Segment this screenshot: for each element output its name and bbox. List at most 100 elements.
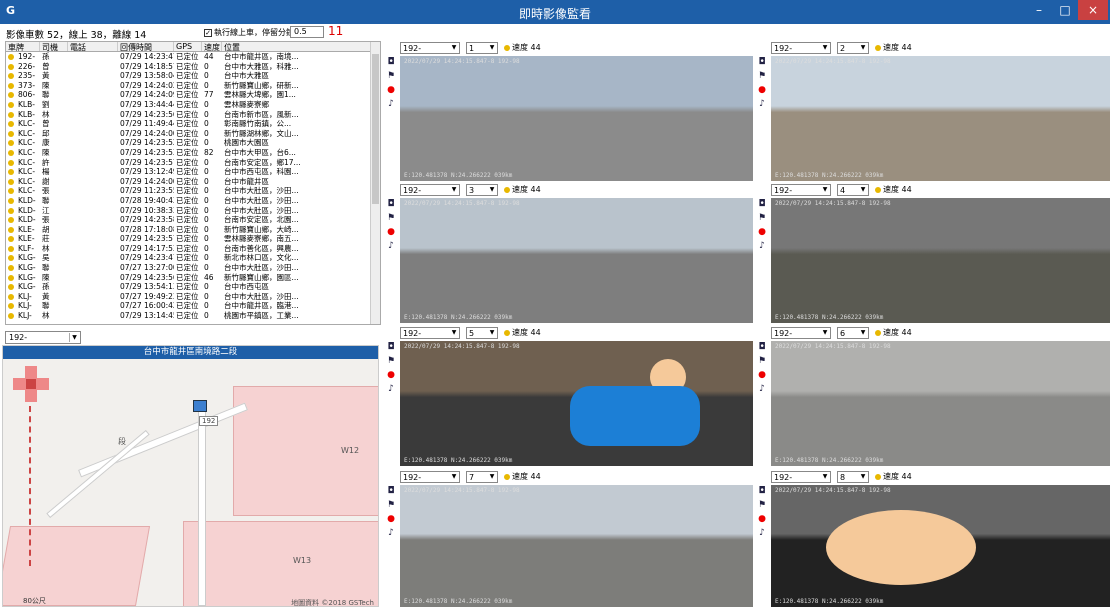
chevron-down-icon[interactable]: ▼	[488, 44, 496, 52]
scroll-thumb[interactable]	[372, 54, 379, 204]
table-row[interactable]: KLC- 康 07/29 14:23:52 已定位 0 桃園市大園區	[6, 138, 380, 148]
camera-channel-select[interactable]: 1 ▼	[466, 42, 498, 54]
camera-icon[interactable]: ◘	[757, 57, 767, 67]
table-row[interactable]: KLG- 孫 07/29 13:54:13 已定位 0 台中市西屯區	[6, 282, 380, 292]
record-icon[interactable]: ●	[386, 370, 396, 380]
camera-vehicle-select[interactable]: 192- ▼	[771, 327, 831, 339]
table-row[interactable]: KLC- 張 07/29 11:23:55 已定位 0 台中市大肚區，沙田...	[6, 186, 380, 196]
microphone-icon[interactable]: ⚑	[386, 213, 396, 223]
camera-icon[interactable]: ◘	[386, 342, 396, 352]
chevron-down-icon[interactable]: ▼	[69, 333, 79, 342]
chevron-down-icon[interactable]: ▼	[821, 329, 829, 337]
speaker-icon[interactable]: ♪	[757, 528, 767, 538]
table-row[interactable]: KLD- 江 07/29 10:38:33 已定位 0 台中市大肚區，沙田...	[6, 206, 380, 216]
table-row[interactable]: 806- 聯 07/29 14:24:09 已定位 77 雲林縣大埤鄉，園1...	[6, 90, 380, 100]
camera-feed-1[interactable]: 2022/07/29 14:24:15.847-8 192-98 E:120.48…	[400, 56, 753, 181]
chevron-down-icon[interactable]: ▼	[450, 44, 458, 52]
table-row[interactable]: KLC- 許 07/29 14:23:57 已定位 0 台南市安定區，鄉17...	[6, 158, 380, 168]
speaker-icon[interactable]: ♪	[386, 99, 396, 109]
camera-icon[interactable]: ◘	[386, 57, 396, 67]
camera-icon[interactable]: ◘	[386, 486, 396, 496]
camera-channel-select[interactable]: 3 ▼	[466, 184, 498, 196]
camera-feed-5[interactable]: 2022/07/29 14:24:15.847-8 192-98 E:120.48…	[400, 341, 753, 466]
zoom-slider[interactable]	[29, 406, 34, 566]
speaker-icon[interactable]: ♪	[757, 384, 767, 394]
camera-channel-select[interactable]: 8 ▼	[837, 471, 869, 483]
camera-vehicle-select[interactable]: 192- ▼	[400, 471, 460, 483]
speaker-icon[interactable]: ♪	[386, 241, 396, 251]
speaker-icon[interactable]: ♪	[386, 528, 396, 538]
map-view[interactable]: 台中市龍井區南境路二段 W12 W13 段 192 80公尺 地圖資料 ©201…	[2, 345, 379, 607]
camera-vehicle-select[interactable]: 192- ▼	[400, 327, 460, 339]
table-row[interactable]: KLB- 劉 07/29 13:44:44 已定位 0 雲林縣麥寮鄉	[6, 100, 380, 110]
camera-icon[interactable]: ◘	[757, 486, 767, 496]
col-location[interactable]: 位置	[222, 42, 380, 52]
table-row[interactable]: 235- 黃 07/29 13:58:04 已定位 0 台中市大雅區	[6, 71, 380, 81]
table-row[interactable]: KLC- 楊 07/29 13:12:49 已定位 0 台中市西屯區，科園...	[6, 167, 380, 177]
table-row[interactable]: KLJ- 林 07/29 13:14:45 已定位 0 桃園市平鎮區，工業...	[6, 311, 380, 321]
speaker-icon[interactable]: ♪	[757, 241, 767, 251]
map-vehicle-select[interactable]: 192- ▼	[5, 331, 81, 344]
table-row[interactable]: KLE- 莊 07/29 14:23:57 已定位 0 雲林縣麥寮鄉，南五...	[6, 234, 380, 244]
microphone-icon[interactable]: ⚑	[757, 213, 767, 223]
microphone-icon[interactable]: ⚑	[386, 500, 396, 510]
col-plate[interactable]: 車牌	[6, 42, 40, 52]
camera-channel-select[interactable]: 7 ▼	[466, 471, 498, 483]
online-filter[interactable]: ✓ 執行線上車，停留分鐘：	[204, 27, 302, 38]
record-icon[interactable]: ●	[757, 514, 767, 524]
chevron-down-icon[interactable]: ▼	[821, 473, 829, 481]
chevron-down-icon[interactable]: ▼	[488, 186, 496, 194]
microphone-icon[interactable]: ⚑	[757, 500, 767, 510]
table-row[interactable]: KLB- 林 07/29 14:23:56 已定位 0 台南市新市區，風新...	[6, 110, 380, 120]
table-row[interactable]: KLC- 謝 07/29 14:24:00 已定位 0 台中市龍井區	[6, 177, 380, 187]
camera-feed-3[interactable]: 2022/07/29 14:24:15.847-8 192-98 E:120.48…	[400, 198, 753, 323]
camera-icon[interactable]: ◘	[757, 199, 767, 209]
record-icon[interactable]: ●	[386, 514, 396, 524]
chevron-down-icon[interactable]: ▼	[859, 473, 867, 481]
camera-channel-select[interactable]: 5 ▼	[466, 327, 498, 339]
table-row[interactable]: KLC- 曾 07/29 11:49:44 已定位 0 彰南縣竹南鎮，公...	[6, 119, 380, 129]
table-row[interactable]: KLG- 陳 07/29 14:23:56 已定位 46 新竹縣寶山鄉，園區...	[6, 273, 380, 283]
camera-feed-2[interactable]: 2022/07/29 14:24:15.847-8 192-98 E:120.48…	[771, 56, 1110, 181]
table-row[interactable]: KLE- 胡 07/28 17:18:08 已定位 0 新竹縣寶山鄉，大崎...	[6, 225, 380, 235]
record-icon[interactable]: ●	[386, 227, 396, 237]
record-icon[interactable]: ●	[757, 370, 767, 380]
table-row[interactable]: 192- 孫 07/29 14:23:47 已定位 44 台中市龍井區，南境...	[6, 52, 380, 62]
record-icon[interactable]: ●	[757, 227, 767, 237]
camera-vehicle-select[interactable]: 192- ▼	[771, 184, 831, 196]
camera-vehicle-select[interactable]: 192- ▼	[400, 42, 460, 54]
chevron-down-icon[interactable]: ▼	[859, 329, 867, 337]
minimize-button[interactable]: –	[1026, 0, 1052, 20]
camera-feed-7[interactable]: 2022/07/29 14:24:15.847-8 192-98 E:120.48…	[400, 485, 753, 607]
table-row[interactable]: KLD- 張 07/29 14:23:58 已定位 0 台南市安定區，北園...	[6, 215, 380, 225]
chevron-down-icon[interactable]: ▼	[450, 186, 458, 194]
chevron-down-icon[interactable]: ▼	[821, 186, 829, 194]
minutes-select[interactable]: 0.5	[290, 26, 324, 38]
table-row[interactable]: KLJ- 聯 07/27 16:00:42 已定位 0 台中市龍井區，臨港...	[6, 301, 380, 311]
pan-control-icon[interactable]	[11, 364, 51, 404]
table-row[interactable]: 226- 曾 07/29 14:18:57 已定位 0 台中市大雅區，科雅...	[6, 62, 380, 72]
col-driver[interactable]: 司機	[40, 42, 68, 52]
chevron-down-icon[interactable]: ▼	[488, 473, 496, 481]
table-row[interactable]: KLJ- 黃 07/27 19:49:23 已定位 0 台中市大肚區，沙田...	[6, 292, 380, 302]
camera-channel-select[interactable]: 6 ▼	[837, 327, 869, 339]
camera-vehicle-select[interactable]: 192- ▼	[771, 42, 831, 54]
vehicle-list-scrollbar[interactable]	[370, 42, 380, 324]
table-row[interactable]: KLF- 林 07/29 14:17:53 已定位 0 台南市善化區，興農...	[6, 244, 380, 254]
chevron-down-icon[interactable]: ▼	[488, 329, 496, 337]
table-row[interactable]: KLD- 聯 07/28 19:40:43 已定位 0 台中市大肚區，沙田...	[6, 196, 380, 206]
microphone-icon[interactable]: ⚑	[757, 71, 767, 81]
col-speed[interactable]: 速度	[202, 42, 222, 52]
col-time[interactable]: 回傳時間	[118, 42, 174, 52]
camera-vehicle-select[interactable]: 192- ▼	[771, 471, 831, 483]
truck-icon[interactable]	[193, 400, 207, 412]
microphone-icon[interactable]: ⚑	[757, 356, 767, 366]
speaker-icon[interactable]: ♪	[386, 384, 396, 394]
chevron-down-icon[interactable]: ▼	[859, 186, 867, 194]
table-row[interactable]: KLC- 陳 07/29 14:23:53 已定位 82 台中市大甲區，台6...	[6, 148, 380, 158]
table-row[interactable]: KLC- 邱 07/29 14:24:00 已定位 0 新竹縣湖林鄉，文山...	[6, 129, 380, 139]
camera-channel-select[interactable]: 4 ▼	[837, 184, 869, 196]
camera-vehicle-select[interactable]: 192- ▼	[400, 184, 460, 196]
microphone-icon[interactable]: ⚑	[386, 356, 396, 366]
camera-feed-6[interactable]: 2022/07/29 14:24:15.847-8 192-98 E:120.48…	[771, 341, 1110, 466]
